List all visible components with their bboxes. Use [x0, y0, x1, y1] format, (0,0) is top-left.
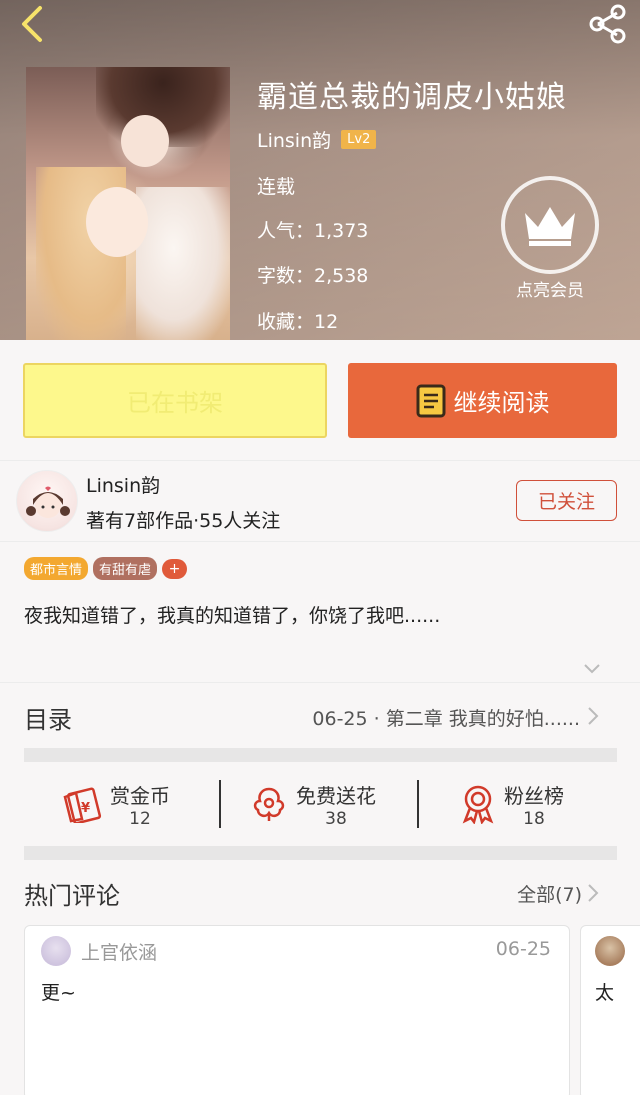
- book-cover[interactable]: [26, 67, 230, 340]
- vip-label: 点亮会员: [516, 281, 584, 301]
- catalog-chevron[interactable]: [587, 706, 599, 730]
- fan-ranking-label: 粉丝榜: [504, 783, 564, 808]
- red-envelope-icon: ¥: [63, 787, 102, 823]
- svg-text:¥: ¥: [81, 801, 90, 816]
- level-badge: Lv2: [341, 130, 377, 149]
- reward-coins-count: 12: [129, 808, 151, 829]
- comment-card[interactable]: 太: [580, 925, 640, 1095]
- chevron-right-icon: [588, 884, 599, 902]
- divider: [417, 780, 419, 828]
- ribbon-medal-icon: [462, 785, 494, 824]
- book-icon: [416, 384, 445, 417]
- header-author-name[interactable]: Linsin韵: [257, 126, 331, 153]
- author-name[interactable]: Linsin韵: [86, 471, 160, 498]
- fan-ranking-button[interactable]: 粉丝榜 18: [460, 778, 564, 830]
- word-count-stat: 字数：2,538: [257, 265, 369, 287]
- continue-reading-label: 继续阅读: [453, 389, 550, 417]
- send-flower-label: 免费送花: [296, 783, 376, 808]
- divider: [0, 541, 640, 542]
- back-button[interactable]: [14, 4, 50, 44]
- vip-button[interactable]: 点亮会员: [500, 176, 600, 301]
- share-icon: [589, 4, 626, 44]
- catalog-label[interactable]: 目录: [24, 700, 72, 735]
- on-shelf-button[interactable]: 已在书架: [23, 363, 327, 438]
- book-header: 霸道总裁的调皮小姑娘 Linsin韵 Lv2 连载 人气：1,373 字数：2,…: [0, 0, 640, 340]
- chevron-right-icon: [588, 707, 599, 725]
- all-comments-chevron[interactable]: [587, 883, 599, 907]
- header-author: Linsin韵 Lv2: [257, 126, 377, 153]
- serial-status: 连载: [257, 176, 296, 198]
- chevron-down-icon: [584, 664, 600, 674]
- fan-ranking-count: 18: [523, 808, 545, 829]
- commenter-avatar[interactable]: [41, 936, 71, 966]
- reward-coins-button[interactable]: ¥ 赏金币 12: [62, 778, 170, 830]
- crown-icon: [525, 207, 575, 246]
- back-arrow-icon: [22, 6, 42, 42]
- divider: [0, 682, 640, 683]
- divider: [0, 460, 640, 461]
- on-shelf-label: 已在书架: [127, 389, 223, 417]
- comment-card[interactable]: 上官依涵 06-25 更~: [24, 925, 570, 1095]
- share-button[interactable]: [586, 2, 630, 46]
- continue-reading-button[interactable]: 继续阅读: [348, 363, 617, 438]
- all-comments-link[interactable]: 全部(7): [517, 880, 582, 907]
- commenter-avatar[interactable]: [595, 936, 625, 966]
- send-flower-button[interactable]: 免费送花 38: [250, 778, 376, 830]
- section-band: [24, 748, 617, 762]
- followed-button[interactable]: 已关注: [516, 480, 617, 521]
- comment-text: 太: [595, 982, 615, 1004]
- flower-count: 38: [325, 808, 347, 829]
- popularity-stat: 人气：1,373: [257, 220, 369, 242]
- followed-label: 已关注: [537, 491, 595, 513]
- tag-list: 都市言情 有甜有虐 +: [24, 557, 188, 580]
- author-avatar[interactable]: [16, 470, 78, 532]
- tag-urban-romance[interactable]: 都市言情: [24, 557, 89, 580]
- latest-chapter[interactable]: 06-25 · 第二章 我真的好怕......: [312, 704, 580, 731]
- favorites-stat: 收藏：12: [257, 311, 339, 333]
- book-title: 霸道总裁的调皮小姑娘: [257, 80, 567, 115]
- book-description: 夜我知道错了，我真的知道错了，你饶了我吧......: [24, 605, 441, 627]
- comment-date: 06-25: [495, 938, 551, 960]
- hot-comments-title: 热门评论: [24, 882, 120, 910]
- tag-sweet-and-sad[interactable]: 有甜有虐: [93, 557, 158, 580]
- commenter-name[interactable]: 上官依涵: [81, 938, 157, 965]
- comment-text: 更~: [41, 982, 76, 1004]
- reward-coins-label: 赏金币: [110, 783, 170, 808]
- section-band: [24, 846, 617, 860]
- expand-description-button[interactable]: [583, 660, 601, 679]
- author-works-followers: 著有7部作品·55人关注: [86, 510, 281, 532]
- add-tag-button[interactable]: +: [162, 558, 188, 579]
- divider: [219, 780, 221, 828]
- flower-icon: [253, 787, 285, 821]
